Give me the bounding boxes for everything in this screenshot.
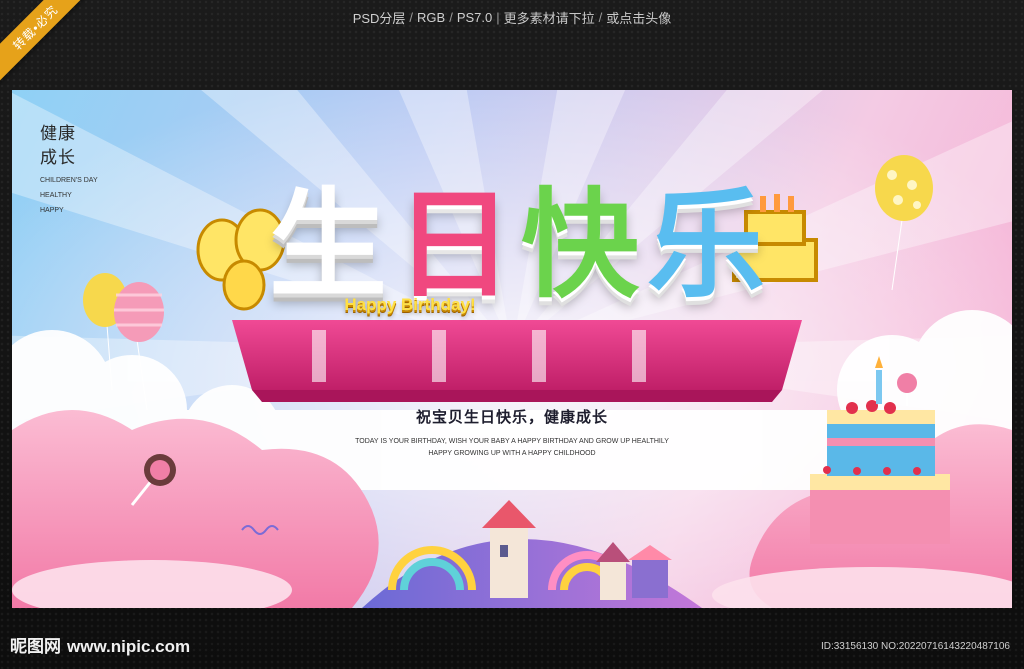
- avatar-link[interactable]: 或点击头像: [606, 8, 671, 27]
- slogan-line-1: 健康: [40, 124, 76, 144]
- top-info-bar: PSD分层 / RGB / PS7.0 | 更多素材请下拉 / 或点击头像: [352, 8, 672, 27]
- birthday-poster: 生 日 快 乐 Happy Birthday! 健康 成长 CHILDREN'S…: [12, 90, 1012, 608]
- color-mode-label: RGB: [417, 9, 446, 25]
- slogan-en-1: CHILDREN'S DAY: [40, 177, 98, 184]
- title-char-3: 快: [521, 176, 640, 314]
- title-characters: 生 日 快 乐: [192, 170, 842, 320]
- happy-birthday-label: Happy Birthday!: [344, 295, 476, 314]
- site-url[interactable]: www.nipic.com: [67, 637, 190, 657]
- poster-headline: 祝宝贝生日快乐，健康成长: [415, 408, 608, 426]
- poster-subline-1: TODAY IS YOUR BIRTHDAY, WISH YOUR BABY A…: [355, 438, 669, 445]
- poster-artwork: [12, 90, 1012, 608]
- asset-id: ID:33156130 NO:20220716143220487106: [820, 641, 1010, 652]
- poster-subline-2: HAPPY GROWING UP WITH A HAPPY CHILDHOOD: [428, 450, 596, 457]
- slogan-en-2: HEALTHY: [40, 192, 72, 199]
- more-link[interactable]: 更多素材请下拉: [504, 8, 595, 27]
- slogan-en-3: HAPPY: [40, 207, 64, 214]
- title-3d-base: [232, 320, 802, 402]
- slogan-line-2: 成长: [40, 148, 76, 168]
- version-label: PS7.0: [456, 9, 493, 25]
- logo-text: 昵图网: [10, 637, 61, 657]
- site-logo[interactable]: 昵图网 www.nipic.com: [10, 632, 190, 657]
- left-slogan: 健康 成长 CHILDREN'S DAY HEALTHY HAPPY: [40, 122, 98, 215]
- title-char-4: 乐: [647, 176, 766, 314]
- format-label: PSD分层: [352, 10, 406, 26]
